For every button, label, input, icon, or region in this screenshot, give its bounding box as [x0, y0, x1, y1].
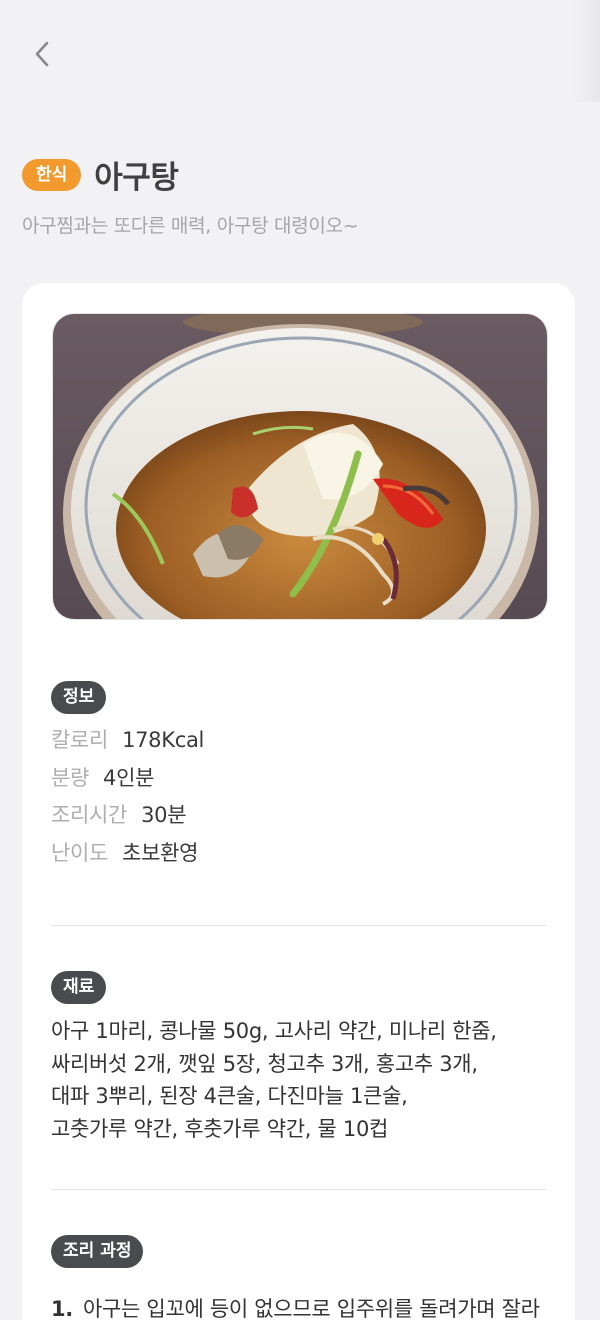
steps-section-label: 조리 과정 — [51, 1235, 144, 1268]
recipe-card: 정보 칼로리 178Kcal 분량 4인분 조리시간 30분 난이도 초보환영 … — [22, 283, 575, 1320]
info-value: 178Kcal — [122, 728, 205, 752]
info-row-servings: 분량 4인분 — [51, 762, 204, 800]
info-key: 분량 — [51, 765, 90, 790]
edge-shadow — [572, 0, 600, 102]
category-badge: 한식 — [22, 158, 82, 191]
ingredients-line: 대파 3뿌리, 된장 4큰술, 다진마늘 1큰술, — [51, 1084, 408, 1108]
section-divider — [51, 925, 546, 926]
info-row-calories: 칼로리 178Kcal — [51, 724, 204, 762]
step-number: 1. — [51, 1297, 73, 1320]
info-value: 4인분 — [103, 765, 155, 790]
recipe-subtitle: 아구찜과는 또다른 매력, 아구탕 대령이오~ — [22, 215, 359, 237]
step-text: 아구는 입꼬에 등이 없으므로 입주위를 돌려가며 잘라 — [83, 1297, 540, 1320]
chevron-left-icon — [32, 39, 52, 73]
info-key: 칼로리 — [51, 728, 109, 752]
section-divider — [51, 1189, 546, 1190]
info-list: 칼로리 178Kcal 분량 4인분 조리시간 30분 난이도 초보환영 — [51, 724, 204, 874]
info-value: 초보환영 — [122, 840, 199, 865]
ingredients-section-label: 재료 — [51, 971, 107, 1004]
info-section-label: 정보 — [51, 681, 107, 714]
ingredients-line: 아구 1마리, 콩나물 50g, 고사리 약간, 미나리 한줌, — [51, 1019, 497, 1043]
back-button[interactable] — [22, 36, 62, 76]
info-row-difficulty: 난이도 초보환영 — [51, 837, 204, 875]
ingredients-line: 고춧가루 약간, 후춧가루 약간, 물 10컵 — [51, 1116, 389, 1141]
ingredients-text: 아구 1마리, 콩나물 50g, 고사리 약간, 미나리 한줌, 싸리버섯 2개… — [51, 1015, 551, 1145]
recipe-photo — [52, 313, 548, 620]
info-key: 난이도 — [51, 840, 109, 865]
info-value: 30분 — [141, 803, 187, 827]
info-row-cook-time: 조리시간 30분 — [51, 799, 204, 837]
info-key: 조리시간 — [51, 803, 128, 827]
page-title: 아구탕 — [94, 160, 179, 196]
ingredients-line: 싸리버섯 2개, 깻잎 5장, 청고추 3개, 홍고추 3개, — [51, 1051, 478, 1076]
top-bar — [0, 0, 600, 110]
step-item: 1. 아구는 입꼬에 등이 없으므로 입주위를 돌려가며 잘라 — [51, 1293, 551, 1320]
title-row: 한식 아구탕 — [22, 152, 179, 197]
